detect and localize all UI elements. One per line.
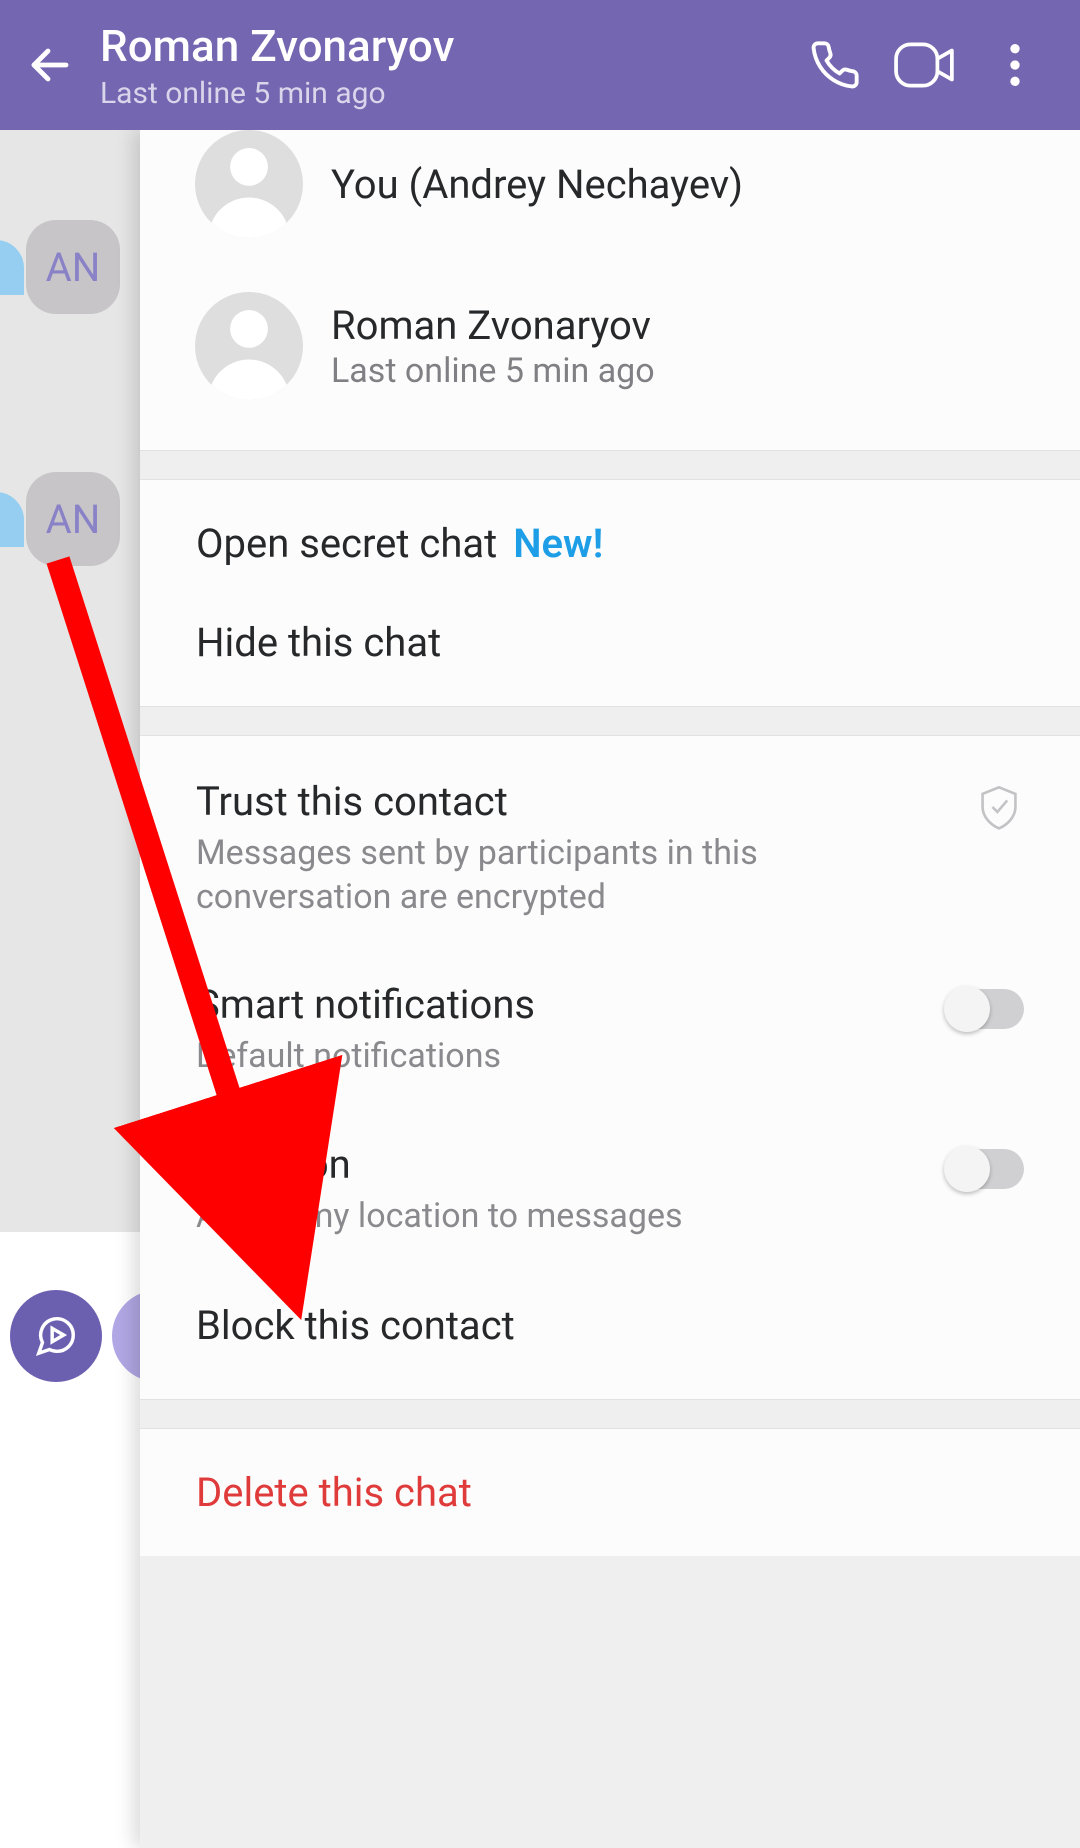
menu-label: Hide this chat <box>196 619 441 666</box>
arrow-left-icon <box>26 41 74 89</box>
toggle-knob <box>944 986 990 1032</box>
person-icon <box>195 292 303 400</box>
chat-message-peek: AN <box>0 472 140 566</box>
person-icon <box>195 130 303 238</box>
menu-label: Delete this chat <box>196 1469 472 1516</box>
participant-name: Roman Zvonaryov <box>331 302 655 349</box>
chat-header: Roman Zvonaryov Last online 5 min ago <box>0 0 1080 130</box>
hide-chat-item[interactable]: Hide this chat <box>140 593 1080 692</box>
setting-subtitle: Messages sent by participants in this co… <box>196 831 776 919</box>
setting-title: Location <box>196 1141 922 1188</box>
section-divider <box>140 1399 1080 1429</box>
participant-you[interactable]: You (Andrey Nechayev) <box>140 130 1080 248</box>
phone-icon <box>809 39 861 91</box>
smart-notifications-item[interactable]: Smart notifications Default notification… <box>140 953 1080 1112</box>
back-button[interactable] <box>20 35 80 95</box>
new-badge: New! <box>513 520 603 567</box>
avatar: AN <box>26 472 120 566</box>
message-tail-icon <box>0 240 24 295</box>
chat-actions-section: Open secret chat New! Hide this chat <box>140 480 1080 706</box>
section-divider <box>140 450 1080 480</box>
video-icon <box>894 41 956 89</box>
setting-title: Smart notifications <box>196 981 922 1028</box>
message-tail-icon <box>0 492 24 547</box>
trust-contact-item[interactable]: Trust this contact Messages sent by part… <box>140 750 1080 953</box>
chat-play-icon <box>33 1313 79 1359</box>
participant-status: Last online 5 min ago <box>331 351 655 391</box>
block-contact-item[interactable]: Block this contact <box>140 1272 1080 1385</box>
chat-message-peek: AN <box>0 220 140 314</box>
avatar <box>195 130 303 238</box>
compose-fab[interactable] <box>10 1290 102 1382</box>
shield-check-icon <box>979 784 1019 830</box>
delete-chat-item[interactable]: Delete this chat <box>140 1443 1080 1542</box>
section-divider <box>140 706 1080 736</box>
header-title-block[interactable]: Roman Zvonaryov Last online 5 min ago <box>100 20 790 111</box>
location-toggle[interactable] <box>946 1149 1024 1189</box>
voice-call-button[interactable] <box>790 20 880 110</box>
menu-label: Open secret chat <box>196 520 497 567</box>
setting-title: Trust this contact <box>196 778 950 825</box>
participants-section: You (Andrey Nechayev) Roman Zvonaryov La… <box>140 130 1080 450</box>
contact-name: Roman Zvonaryov <box>100 20 790 72</box>
setting-subtitle: Attach my location to messages <box>196 1194 776 1238</box>
video-call-button[interactable] <box>880 20 970 110</box>
open-secret-chat-item[interactable]: Open secret chat New! <box>140 494 1080 593</box>
chat-info-panel: You (Andrey Nechayev) Roman Zvonaryov La… <box>140 130 1080 1848</box>
menu-label: Block this contact <box>196 1302 515 1349</box>
location-item[interactable]: Location Attach my location to messages <box>140 1113 1080 1272</box>
avatar: AN <box>26 220 120 314</box>
avatar <box>195 292 303 400</box>
more-options-button[interactable] <box>970 20 1060 110</box>
smart-notifications-toggle[interactable] <box>946 989 1024 1029</box>
settings-section: Trust this contact Messages sent by part… <box>140 736 1080 1399</box>
delete-section: Delete this chat <box>140 1429 1080 1556</box>
chat-background-strip: AN AN <box>0 130 140 1232</box>
more-vertical-icon <box>1010 44 1020 86</box>
chat-toolbar-peek <box>0 1232 140 1848</box>
toggle-knob <box>944 1146 990 1192</box>
participant-name: You (Andrey Nechayev) <box>331 161 743 208</box>
contact-status: Last online 5 min ago <box>100 76 790 111</box>
setting-subtitle: Default notifications <box>196 1034 776 1078</box>
participant-contact[interactable]: Roman Zvonaryov Last online 5 min ago <box>140 282 1080 410</box>
